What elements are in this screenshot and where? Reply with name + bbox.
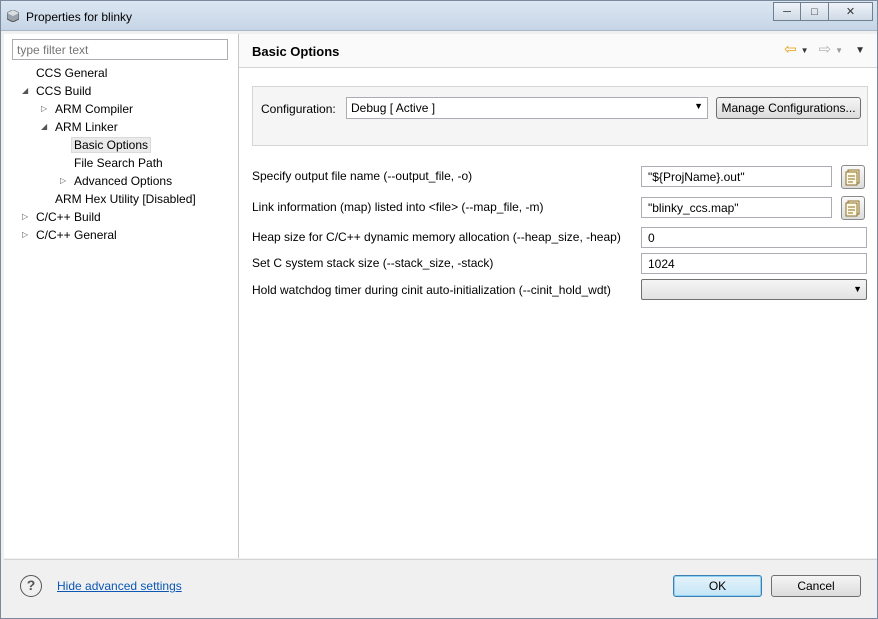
configuration-group: Configuration: Debug [ Active ] ▼ Manage… — [252, 86, 868, 146]
tree-item-label: CCS Build — [36, 84, 92, 98]
minimize-button[interactable]: ─ — [773, 2, 801, 21]
maximize-icon: □ — [811, 5, 818, 18]
tree-item-label: Basic Options — [71, 137, 152, 153]
configuration-value: Debug [ Active ] — [351, 101, 436, 115]
properties-window: Properties for blinky ─ □ ✕ CCS General … — [0, 0, 878, 619]
ok-button[interactable]: OK — [673, 575, 762, 597]
map-file-label: Link information (map) listed into <file… — [252, 200, 544, 214]
manage-configurations-button[interactable]: Manage Configurations... — [716, 97, 861, 119]
cancel-button[interactable]: Cancel — [771, 575, 861, 597]
forward-arrow-icon[interactable]: ⇨ — [819, 42, 832, 58]
tree-item-label: C/C++ General — [36, 228, 117, 242]
stack-size-input[interactable]: 1024 — [641, 253, 867, 274]
chevron-down-icon: ▼ — [853, 284, 862, 294]
tree-item-label: ARM Compiler — [55, 102, 134, 116]
minimize-icon: ─ — [783, 5, 791, 18]
tree-item-file-search-path[interactable]: File Search Path — [74, 154, 163, 172]
cinit-hold-wdt-label: Hold watchdog timer during cinit auto-in… — [252, 283, 611, 297]
title-bar[interactable]: Properties for blinky ─ □ ✕ — [1, 1, 877, 31]
close-icon: ✕ — [845, 6, 856, 18]
map-file-input[interactable]: "blinky_ccs.map" — [641, 197, 832, 218]
output-file-label: Specify output file name (--output_file,… — [252, 169, 473, 183]
configuration-label: Configuration: — [261, 102, 336, 116]
page-header: Basic Options ⇦ ▼ ⇨ ▼ ▼ — [239, 34, 877, 68]
expanded-triangle-icon[interactable]: ◢ — [41, 118, 47, 136]
tree-item-ccs-build[interactable]: CCS Build — [36, 82, 91, 100]
tree-item-label: Advanced Options — [74, 174, 173, 188]
heap-size-label: Heap size for C/C++ dynamic memory alloc… — [252, 230, 621, 244]
dialog-footer: ? Hide advanced settings OK Cancel — [4, 559, 877, 617]
tree-item-advanced-options[interactable]: Advanced Options — [74, 172, 172, 190]
hide-advanced-settings-link[interactable]: Hide advanced settings — [57, 579, 182, 593]
collapsed-triangle-icon[interactable]: ▷ — [60, 172, 66, 190]
back-arrow-icon[interactable]: ⇦ — [784, 42, 797, 58]
tree-item-basic-options[interactable]: Basic Options — [71, 136, 152, 154]
tree-item-label: ARM Linker — [55, 120, 118, 134]
back-dropdown-icon[interactable]: ▼ — [801, 46, 809, 55]
tree-item-label: ARM Hex Utility [Disabled] — [55, 192, 196, 206]
tree-item-arm-linker[interactable]: ARM Linker — [55, 118, 118, 136]
heap-size-input[interactable]: 0 — [641, 227, 867, 248]
filter-input[interactable] — [12, 39, 228, 60]
stack-size-label: Set C system stack size (--stack_size, -… — [252, 256, 494, 270]
page-title: Basic Options — [252, 44, 340, 59]
collapsed-triangle-icon[interactable]: ▷ — [22, 226, 28, 244]
variables-icon — [845, 200, 860, 217]
help-icon[interactable]: ? — [20, 575, 42, 597]
collapsed-triangle-icon[interactable]: ▷ — [22, 208, 28, 226]
tree-item-arm-hex-utility[interactable]: ARM Hex Utility [Disabled] — [55, 190, 196, 208]
configuration-select[interactable]: Debug [ Active ] ▼ — [346, 97, 708, 119]
tree-item-label: C/C++ Build — [36, 210, 101, 224]
maximize-button[interactable]: □ — [801, 2, 829, 21]
collapsed-triangle-icon[interactable]: ▷ — [41, 100, 47, 118]
cinit-hold-wdt-select[interactable]: ▼ — [641, 279, 867, 300]
expanded-triangle-icon[interactable]: ◢ — [22, 82, 28, 100]
settings-tree-pane: CCS General ◢ CCS Build ▷ ARM Compiler ◢… — [4, 34, 239, 558]
options-pane: Basic Options ⇦ ▼ ⇨ ▼ ▼ Configuration: D… — [239, 34, 877, 558]
output-file-variables-button[interactable] — [841, 165, 865, 189]
view-menu-icon[interactable]: ▼ — [855, 45, 865, 56]
tree-item-cpp-general[interactable]: C/C++ General — [36, 226, 117, 244]
tree-item-ccs-general[interactable]: CCS General — [36, 64, 107, 82]
tree-item-arm-compiler[interactable]: ARM Compiler — [55, 100, 133, 118]
close-button[interactable]: ✕ — [829, 2, 873, 21]
variables-icon — [845, 169, 860, 186]
map-file-variables-button[interactable] — [841, 196, 865, 220]
chevron-down-icon: ▼ — [694, 101, 703, 111]
output-file-input[interactable]: "${ProjName}.out" — [641, 166, 832, 187]
forward-dropdown-icon[interactable]: ▼ — [835, 46, 843, 55]
tree-item-label: CCS General — [36, 66, 108, 80]
app-icon — [7, 10, 19, 22]
window-controls: ─ □ ✕ — [773, 2, 873, 21]
tree-item-label: File Search Path — [74, 156, 163, 170]
history-nav: ⇦ ▼ ⇨ ▼ ▼ — [784, 42, 865, 58]
tree-item-cpp-build[interactable]: C/C++ Build — [36, 208, 101, 226]
window-title: Properties for blinky — [26, 10, 133, 24]
